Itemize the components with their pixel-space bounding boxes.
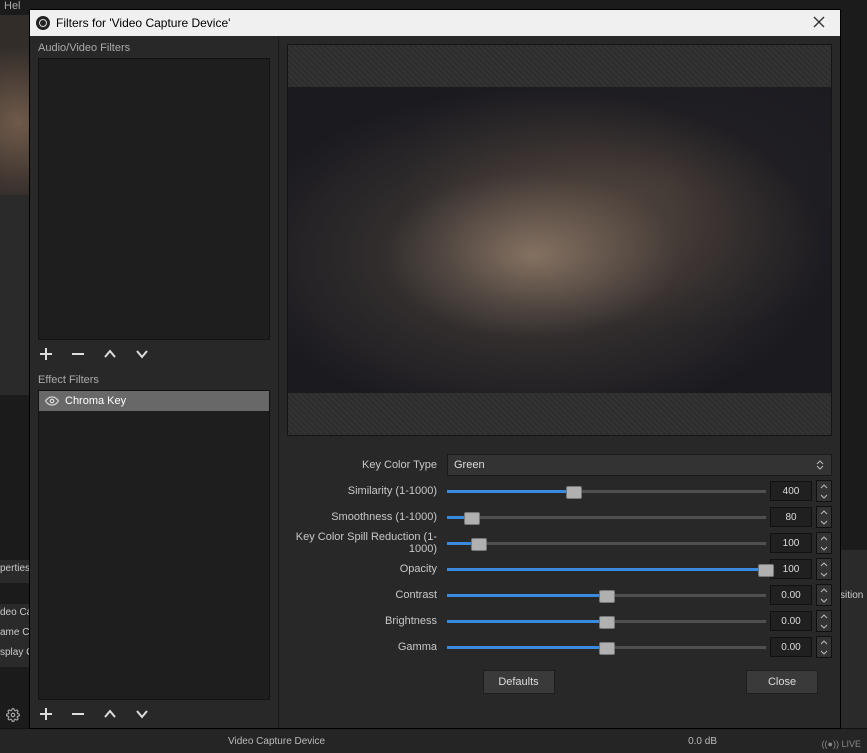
- spill-reduction-label: Key Color Spill Reduction (1-1000): [287, 531, 447, 555]
- opacity-label: Opacity: [287, 563, 447, 575]
- obs-icon: [36, 16, 50, 30]
- spin-up-icon[interactable]: [817, 481, 831, 491]
- gamma-label: Gamma: [287, 641, 447, 653]
- opacity-value[interactable]: 100: [770, 559, 812, 579]
- bg-source-row: splay C: [0, 644, 30, 667]
- contrast-spinner[interactable]: [816, 584, 832, 606]
- bg-right-panel: sition: [840, 550, 867, 750]
- smoothness-spinner[interactable]: [816, 506, 832, 528]
- add-filter-button[interactable]: [38, 346, 54, 362]
- brightness-spinner[interactable]: [816, 610, 832, 632]
- brightness-value[interactable]: 0.00: [770, 611, 812, 631]
- gamma-value[interactable]: 0.00: [770, 637, 812, 657]
- close-button[interactable]: Close: [746, 670, 818, 694]
- effect-filter-item[interactable]: Chroma Key: [39, 391, 269, 411]
- audio-video-filters-toolbar: [30, 340, 278, 368]
- move-filter-down-button[interactable]: [134, 346, 150, 362]
- opacity-spinner[interactable]: [816, 558, 832, 580]
- bg-mixer-db: 0.0 dB: [688, 736, 717, 747]
- smoothness-value[interactable]: 80: [770, 507, 812, 527]
- brightness-slider[interactable]: [447, 613, 766, 629]
- brightness-label: Brightness: [287, 615, 447, 627]
- similarity-slider[interactable]: [447, 483, 766, 499]
- filter-preview: [287, 44, 832, 436]
- defaults-button[interactable]: Defaults: [483, 670, 555, 694]
- move-filter-down-button[interactable]: [134, 706, 150, 722]
- audio-video-filters-list[interactable]: [38, 58, 270, 340]
- key-color-type-dropdown[interactable]: Green: [447, 454, 832, 476]
- key-color-type-label: Key Color Type: [287, 459, 447, 471]
- add-filter-button[interactable]: [38, 706, 54, 722]
- close-icon: [813, 16, 825, 28]
- key-color-type-value: Green: [454, 459, 485, 471]
- effect-filters-list[interactable]: Chroma Key: [38, 390, 270, 700]
- similarity-value[interactable]: 400: [770, 481, 812, 501]
- contrast-value[interactable]: 0.00: [770, 585, 812, 605]
- bg-status-bar: [0, 728, 867, 753]
- filter-properties-column: Key Color Type Green Similarity (1-1000): [279, 36, 840, 728]
- remove-filter-button[interactable]: [70, 706, 86, 722]
- filters-left-column: Audio/Video Filters Effect Filters Chrom…: [30, 36, 279, 728]
- audio-video-filters-label: Audio/Video Filters: [30, 36, 278, 58]
- spin-down-icon[interactable]: [817, 569, 831, 579]
- contrast-label: Contrast: [287, 589, 447, 601]
- bg-menu-fragment: Hel: [0, 0, 34, 15]
- spill-reduction-spinner[interactable]: [816, 532, 832, 554]
- similarity-spinner[interactable]: [816, 480, 832, 502]
- spin-down-icon[interactable]: [817, 491, 831, 501]
- spin-down-icon[interactable]: [817, 595, 831, 605]
- spill-reduction-slider[interactable]: [447, 535, 766, 551]
- preview-letterbox: [288, 45, 831, 87]
- effect-filters-label: Effect Filters: [30, 368, 278, 390]
- spin-up-icon[interactable]: [817, 637, 831, 647]
- spin-up-icon[interactable]: [817, 507, 831, 517]
- spin-up-icon[interactable]: [817, 533, 831, 543]
- contrast-slider[interactable]: [447, 587, 766, 603]
- effect-filter-name: Chroma Key: [65, 395, 126, 407]
- bg-mixer-label: Video Capture Device: [228, 736, 325, 747]
- visibility-toggle[interactable]: [45, 394, 59, 408]
- chroma-key-properties: Key Color Type Green Similarity (1-1000): [287, 436, 832, 660]
- dialog-titlebar[interactable]: Filters for 'Video Capture Device': [30, 10, 840, 36]
- smoothness-slider[interactable]: [447, 509, 766, 525]
- spin-up-icon[interactable]: [817, 611, 831, 621]
- spin-down-icon[interactable]: [817, 543, 831, 553]
- dialog-footer: Defaults Close: [287, 660, 832, 704]
- move-filter-up-button[interactable]: [102, 346, 118, 362]
- dropdown-arrows-icon: [813, 457, 827, 473]
- filters-dialog: Filters for 'Video Capture Device' Audio…: [30, 10, 840, 728]
- remove-filter-button[interactable]: [70, 346, 86, 362]
- bg-live-indicator: ((●)) LIVE: [822, 739, 861, 749]
- opacity-slider[interactable]: [447, 561, 766, 577]
- spin-down-icon[interactable]: [817, 647, 831, 657]
- spin-down-icon[interactable]: [817, 621, 831, 631]
- bg-side-panel: [0, 195, 30, 395]
- preview-letterbox: [288, 393, 831, 435]
- spin-down-icon[interactable]: [817, 517, 831, 527]
- gamma-slider[interactable]: [447, 639, 766, 655]
- window-close-button[interactable]: [804, 15, 834, 31]
- bg-properties-fragment: perties: [0, 560, 30, 583]
- spill-reduction-value[interactable]: 100: [770, 533, 812, 553]
- move-filter-up-button[interactable]: [102, 706, 118, 722]
- settings-gear-icon[interactable]: [6, 708, 20, 725]
- dialog-title: Filters for 'Video Capture Device': [56, 16, 230, 30]
- gamma-spinner[interactable]: [816, 636, 832, 658]
- preview-video: [288, 87, 831, 393]
- spin-up-icon[interactable]: [817, 585, 831, 595]
- spin-up-icon[interactable]: [817, 559, 831, 569]
- similarity-label: Similarity (1-1000): [287, 485, 447, 497]
- effect-filters-toolbar: [30, 700, 278, 728]
- smoothness-label: Smoothness (1-1000): [287, 511, 447, 523]
- eye-icon: [45, 394, 59, 408]
- bg-preview-fragment: [0, 15, 30, 195]
